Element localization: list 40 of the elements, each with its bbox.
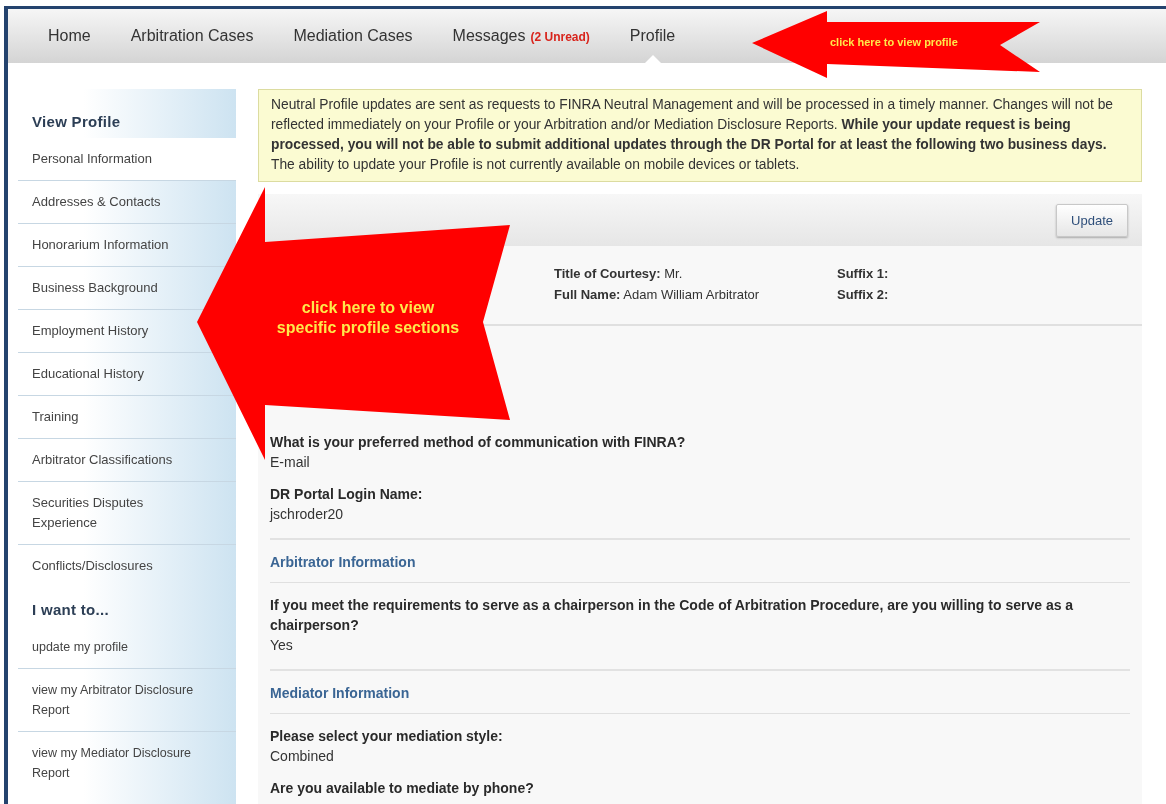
- sidebar-link[interactable]: view my Mediator Disclosure Report: [18, 732, 198, 794]
- name-field: Title of Courtesy: Mr.: [554, 266, 837, 281]
- question-label: Are you available to mediate by phone?: [270, 779, 535, 798]
- sidebar-heading: View Profile: [31, 112, 122, 132]
- question-label: DR Portal Login Name:: [270, 485, 424, 504]
- nav-tab[interactable]: Mediation Cases: [273, 9, 433, 63]
- answer-text: Combined: [270, 747, 335, 766]
- sidebar-link[interactable]: Arbitrator Classifications: [18, 439, 198, 481]
- section-heading: Mediator Information: [270, 669, 1130, 714]
- sidebar-heading: I want to...: [31, 600, 110, 620]
- name-field: Full Name: Adam William Arbitrator: [554, 287, 837, 302]
- notice-text: Neutral Profile updates are sent as requests to FINRA Neutral Management and will be processed in a timely manner. Changes will not be reflected immediately on your Profile or your Arbitration and/or Mediation Disclosure Reports. While your update request is being processed, you will not be able to submit additional updates through the DR Portal for at least the following two business days.: [271, 96, 1115, 154]
- name-field: Suffix 1:: [837, 266, 1142, 281]
- answer-text: Yes: [270, 636, 294, 655]
- section-heading: Arbitrator Information: [270, 538, 1130, 583]
- sidebar-link[interactable]: Training: [18, 396, 198, 438]
- sidebar-link[interactable]: update my profile: [18, 626, 198, 668]
- nav-tab[interactable]: Messages (2 Unread): [432, 9, 610, 63]
- question-label: If you meet the requirements to serve as a chairperson in the Code of Arbitration Procedure, are you willing to serve as a chairperson?: [270, 596, 1075, 635]
- sidebar-link[interactable]: Conflicts/Disclosures: [18, 545, 198, 587]
- callout-text: click here to view profile: [830, 36, 958, 48]
- name-field: Suffix 2:: [837, 287, 1142, 302]
- question-label: Please select your mediation style:: [270, 727, 504, 746]
- nav-tab[interactable]: Arbitration Cases: [110, 9, 274, 63]
- notice-text: The ability to update your Profile is not currently available on mobile devices or tablets.: [271, 156, 801, 174]
- sidebar-link[interactable]: view my Arbitrator Disclosure Report: [18, 669, 198, 731]
- sidebar-link[interactable]: Honorarium Information: [18, 224, 198, 266]
- callout-text: specific profile sections: [276, 318, 460, 338]
- sidebar-link[interactable]: Employment History: [18, 310, 198, 352]
- callout-text: click here to view: [301, 298, 435, 318]
- sidebar-link[interactable]: Educational History: [18, 353, 198, 395]
- nav-tab[interactable]: Profile: [609, 9, 696, 63]
- nav-tab[interactable]: Home: [28, 9, 111, 63]
- sidebar-link[interactable]: Addresses & Contacts: [18, 181, 198, 223]
- question-label: What is your preferred method of communication with FINRA?: [270, 433, 687, 452]
- sidebar-link[interactable]: Business Background: [18, 267, 198, 309]
- sidebar-link[interactable]: Securities Disputes Experience: [18, 482, 198, 544]
- answer-text: jschroder20: [270, 505, 345, 524]
- answer-text: E-mail: [270, 453, 311, 472]
- update-button[interactable]: Update: [1056, 203, 1128, 237]
